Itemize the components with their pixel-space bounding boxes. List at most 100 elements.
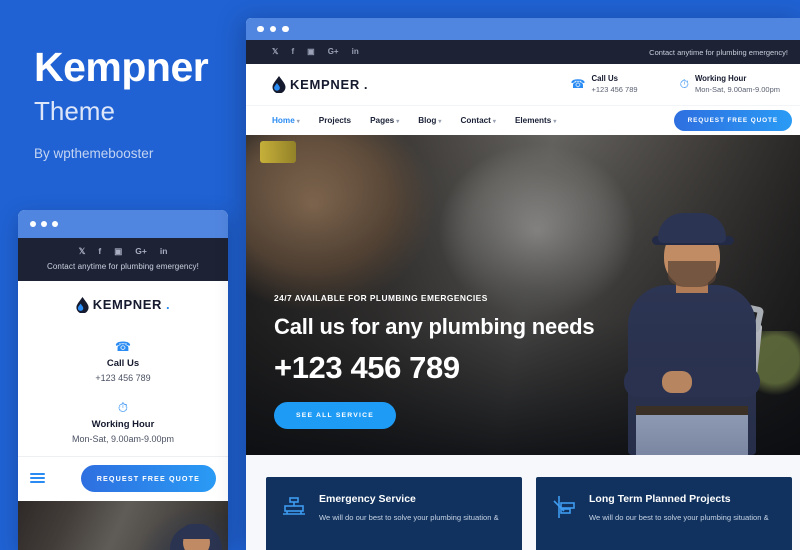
desktop-header: KEMPNER. ☎ Call Us +123 456 789 ⏱ Workin… (246, 64, 800, 105)
water-drop-icon (272, 76, 286, 93)
mobile-hours-value: Mon-Sat, 9.00am-9.00pm (71, 433, 175, 444)
mobile-contact-info: ☎ Call Us +123 456 789 ⏱ Working Hour Mo… (18, 330, 228, 456)
header-contact-call[interactable]: ☎ Call Us +123 456 789 (571, 74, 638, 95)
browser-dot-minimize-icon[interactable] (269, 25, 276, 33)
chevron-down-icon: ▾ (492, 119, 496, 125)
service-cards: Emergency Service We will do our best to… (246, 455, 800, 550)
linkedin-icon[interactable]: in (160, 247, 168, 256)
mobile-navbar: REQUEST FREE QUOTE (18, 455, 228, 501)
nav-item-home-label: Home (272, 116, 295, 125)
clock-icon: ⏱ (117, 399, 129, 415)
chevron-down-icon: ▾ (553, 119, 557, 125)
desktop-browser-chrome (246, 18, 800, 40)
site-logo-dot: . (363, 77, 369, 92)
hero-plumber-beard (668, 261, 716, 287)
promo-subtitle: Theme (34, 96, 115, 126)
nav-item-contact-label: Contact (460, 116, 491, 125)
facebook-icon[interactable]: f (291, 48, 294, 56)
nav-item-blog-label: Blog (418, 116, 437, 125)
nav-item-pages[interactable]: Pages ▾ (370, 116, 399, 125)
nav-item-blog[interactable]: Blog ▾ (418, 116, 441, 125)
site-logo-text: KEMPNER (290, 77, 360, 92)
hamburger-menu-icon[interactable] (30, 470, 45, 486)
google-plus-icon[interactable]: G+ (328, 48, 339, 56)
hero-eyebrow: 24/7 AVAILABLE FOR PLUMBING EMERGENCIES (274, 293, 488, 303)
mobile-hero-plumber-cap (180, 523, 213, 539)
promo-panel: Kempner Theme By wpthemebooster 𝕏 f ▣ G+… (0, 0, 246, 550)
hero-copy: 24/7 AVAILABLE FOR PLUMBING EMERGENCIES … (274, 293, 595, 429)
mobile-topbar-tagline: Contact anytime for plumbing emergency! (47, 261, 199, 271)
header-hours-value: Mon-Sat, 9.00am-9.00pm (694, 84, 780, 94)
desktop-social-links: 𝕏 f ▣ G+ in (272, 48, 359, 56)
hero-plumber-photo (622, 213, 765, 455)
browser-dot-close-icon[interactable] (30, 221, 36, 227)
clock-icon: ⏱ (679, 77, 689, 92)
water-drop-icon (76, 296, 89, 313)
instagram-icon[interactable]: ▣ (114, 247, 122, 256)
browser-dot-maximize-icon[interactable] (282, 25, 289, 33)
nav-item-projects[interactable]: Projects (319, 116, 351, 125)
mobile-social-links: 𝕏 f ▣ G+ in (18, 247, 228, 256)
promo-author: By wpthemebooster (34, 146, 154, 161)
service-card-emergency-desc: We will do our best to solve your plumbi… (319, 513, 499, 522)
nav-item-contact[interactable]: Contact ▾ (460, 116, 496, 125)
nav-item-elements[interactable]: Elements ▾ (515, 116, 556, 125)
hero-section: 24/7 AVAILABLE FOR PLUMBING EMERGENCIES … (246, 135, 800, 455)
header-call-value: +123 456 789 (591, 84, 638, 94)
hero-title: Call us for any plumbing needs (274, 314, 595, 339)
service-card-longterm-desc: We will do our best to solve your plumbi… (589, 513, 769, 522)
request-quote-button[interactable]: REQUEST FREE QUOTE (673, 110, 792, 131)
mobile-contact-call: ☎ Call Us +123 456 789 (18, 334, 228, 395)
pipe-valve-icon (281, 494, 307, 550)
google-plus-icon[interactable]: G+ (135, 247, 147, 256)
mobile-browser-chrome (18, 210, 228, 238)
hero-tool-prop (260, 141, 296, 163)
service-card-watermark-icon: ⚙ (501, 546, 522, 550)
mobile-topbar: 𝕏 f ▣ G+ in Contact anytime for plumbing… (18, 238, 228, 281)
mobile-contact-hours: ⏱ Working Hour Mon-Sat, 9.00am-9.00pm (18, 395, 228, 456)
promo-brand-block: Kempner Theme By wpthemebooster (34, 47, 234, 162)
mobile-request-quote-button[interactable]: REQUEST FREE QUOTE (80, 464, 216, 492)
browser-dot-maximize-icon[interactable] (52, 221, 58, 227)
nav-item-projects-label: Projects (318, 116, 352, 125)
twitter-icon[interactable]: 𝕏 (79, 247, 86, 256)
site-logo[interactable]: KEMPNER. (272, 76, 368, 93)
desktop-topbar: 𝕏 f ▣ G+ in Contact anytime for plumbing… (246, 40, 800, 64)
see-all-service-button[interactable]: SEE ALL SERVICE (274, 402, 396, 429)
twitter-icon[interactable]: 𝕏 (272, 48, 278, 56)
screenshot-stage: Kempner Theme By wpthemebooster 𝕏 f ▣ G+… (0, 0, 800, 550)
facebook-icon[interactable]: f (98, 247, 101, 256)
desktop-topbar-tagline: Contact anytime for plumbing emergency! (649, 47, 788, 57)
header-call-label: Call Us (591, 74, 618, 84)
service-card-longterm[interactable]: Long Term Planned Projects We will do ou… (536, 477, 792, 550)
hero-plumber-belt (636, 406, 748, 415)
mobile-call-value[interactable]: +123 456 789 (18, 373, 228, 383)
mobile-logo-text: KEMPNER (92, 297, 162, 312)
browser-dot-close-icon[interactable] (257, 25, 264, 33)
nav-item-home[interactable]: Home ▾ (272, 116, 300, 125)
mobile-call-label: Call Us (106, 357, 140, 369)
hero-plumber-cap (658, 213, 726, 243)
mobile-mockup: 𝕏 f ▣ G+ in Contact anytime for plumbing… (18, 210, 228, 550)
header-contact-hours: ⏱ Working Hour Mon-Sat, 9.00am-9.00pm (680, 74, 780, 95)
instagram-icon[interactable]: ▣ (307, 48, 315, 56)
hero-plumber-hand (662, 371, 692, 393)
nav-items: Home ▾ Projects Pages ▾ Blog ▾ Contact ▾ Ele… (272, 116, 556, 125)
linkedin-icon[interactable]: in (352, 48, 359, 56)
hero-plumber-jeans (636, 413, 748, 455)
pipe-fitting-icon (551, 494, 577, 550)
header-contacts: ☎ Call Us +123 456 789 ⏱ Working Hour Mo… (571, 74, 786, 95)
service-card-emergency-title: Emergency Service (319, 493, 416, 505)
hero-phone-number[interactable]: +123 456 789 (274, 350, 594, 386)
chevron-down-icon: ▾ (438, 119, 442, 125)
browser-dot-minimize-icon[interactable] (41, 221, 47, 227)
service-card-emergency[interactable]: Emergency Service We will do our best to… (266, 477, 522, 550)
desktop-mockup: 𝕏 f ▣ G+ in Contact anytime for plumbing… (246, 18, 800, 550)
nav-item-elements-label: Elements (514, 116, 552, 125)
nav-item-pages-label: Pages (370, 116, 395, 125)
chevron-down-icon: ▾ (396, 119, 400, 125)
mobile-hero: 24/7 AVAILABLE FOR PLUMBING EMERGENCIES … (18, 500, 228, 550)
mobile-hours-label: Working Hour (91, 418, 155, 430)
mobile-logo-row[interactable]: KEMPNER. (18, 281, 228, 330)
main-navigation: Home ▾ Projects Pages ▾ Blog ▾ Contact ▾ Ele… (246, 105, 800, 135)
